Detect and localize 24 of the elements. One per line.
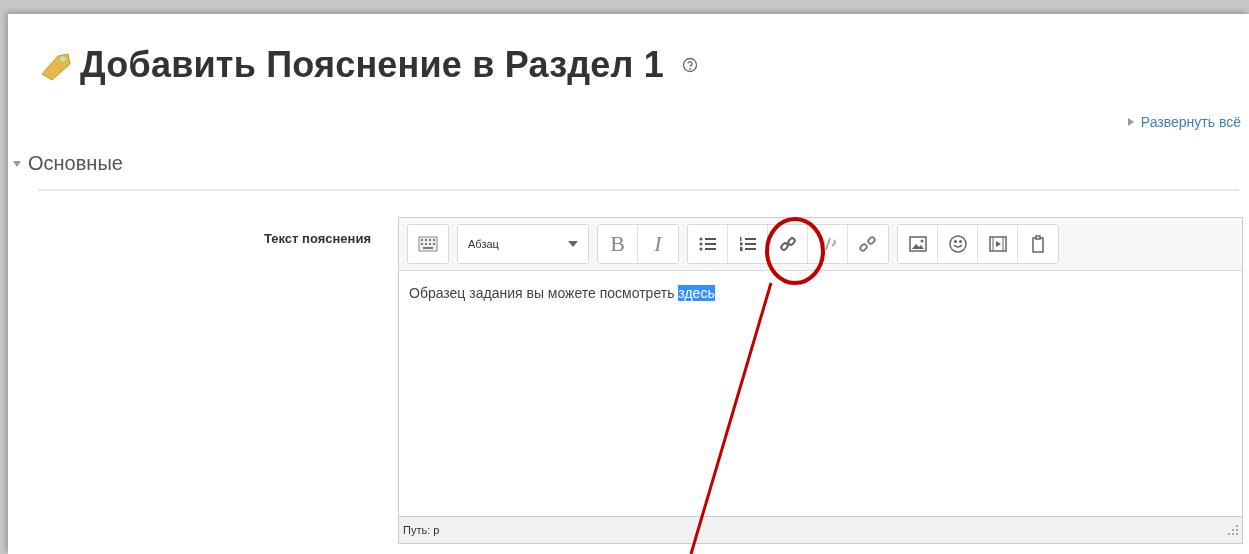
help-icon[interactable] <box>682 57 699 73</box>
section-title[interactable]: Основные <box>28 152 123 175</box>
toolbar-button[interactable] <box>898 225 938 263</box>
expand-all-link[interactable]: Развернуть всё <box>1140 114 1241 130</box>
resize-handle-icon[interactable] <box>1228 525 1238 535</box>
smiley-icon <box>947 234 968 254</box>
format-dropdown[interactable]: Абзац <box>458 225 588 263</box>
page-title: Добавить Пояснение в Раздел 1 <box>80 44 665 86</box>
caret-icon[interactable] <box>12 159 22 168</box>
editor-content[interactable]: Образец задания вы можете посмотреть здесь <box>399 271 1242 516</box>
field-label: Текст пояснения <box>263 230 372 248</box>
link-icon <box>777 234 798 254</box>
film-icon <box>987 234 1008 254</box>
numbered-list-icon <box>737 234 758 254</box>
image-icon <box>907 234 928 254</box>
caret-icon <box>1126 117 1135 127</box>
links-icon <box>858 234 878 254</box>
toolbar-button[interactable] <box>688 225 728 263</box>
format-button[interactable]: B <box>598 225 638 263</box>
keyboard-icon <box>418 234 438 254</box>
path-text: Путь: p <box>403 524 440 536</box>
annotation-circle <box>765 217 825 285</box>
toolbar-button[interactable] <box>408 225 448 263</box>
caret-icon <box>568 241 578 247</box>
